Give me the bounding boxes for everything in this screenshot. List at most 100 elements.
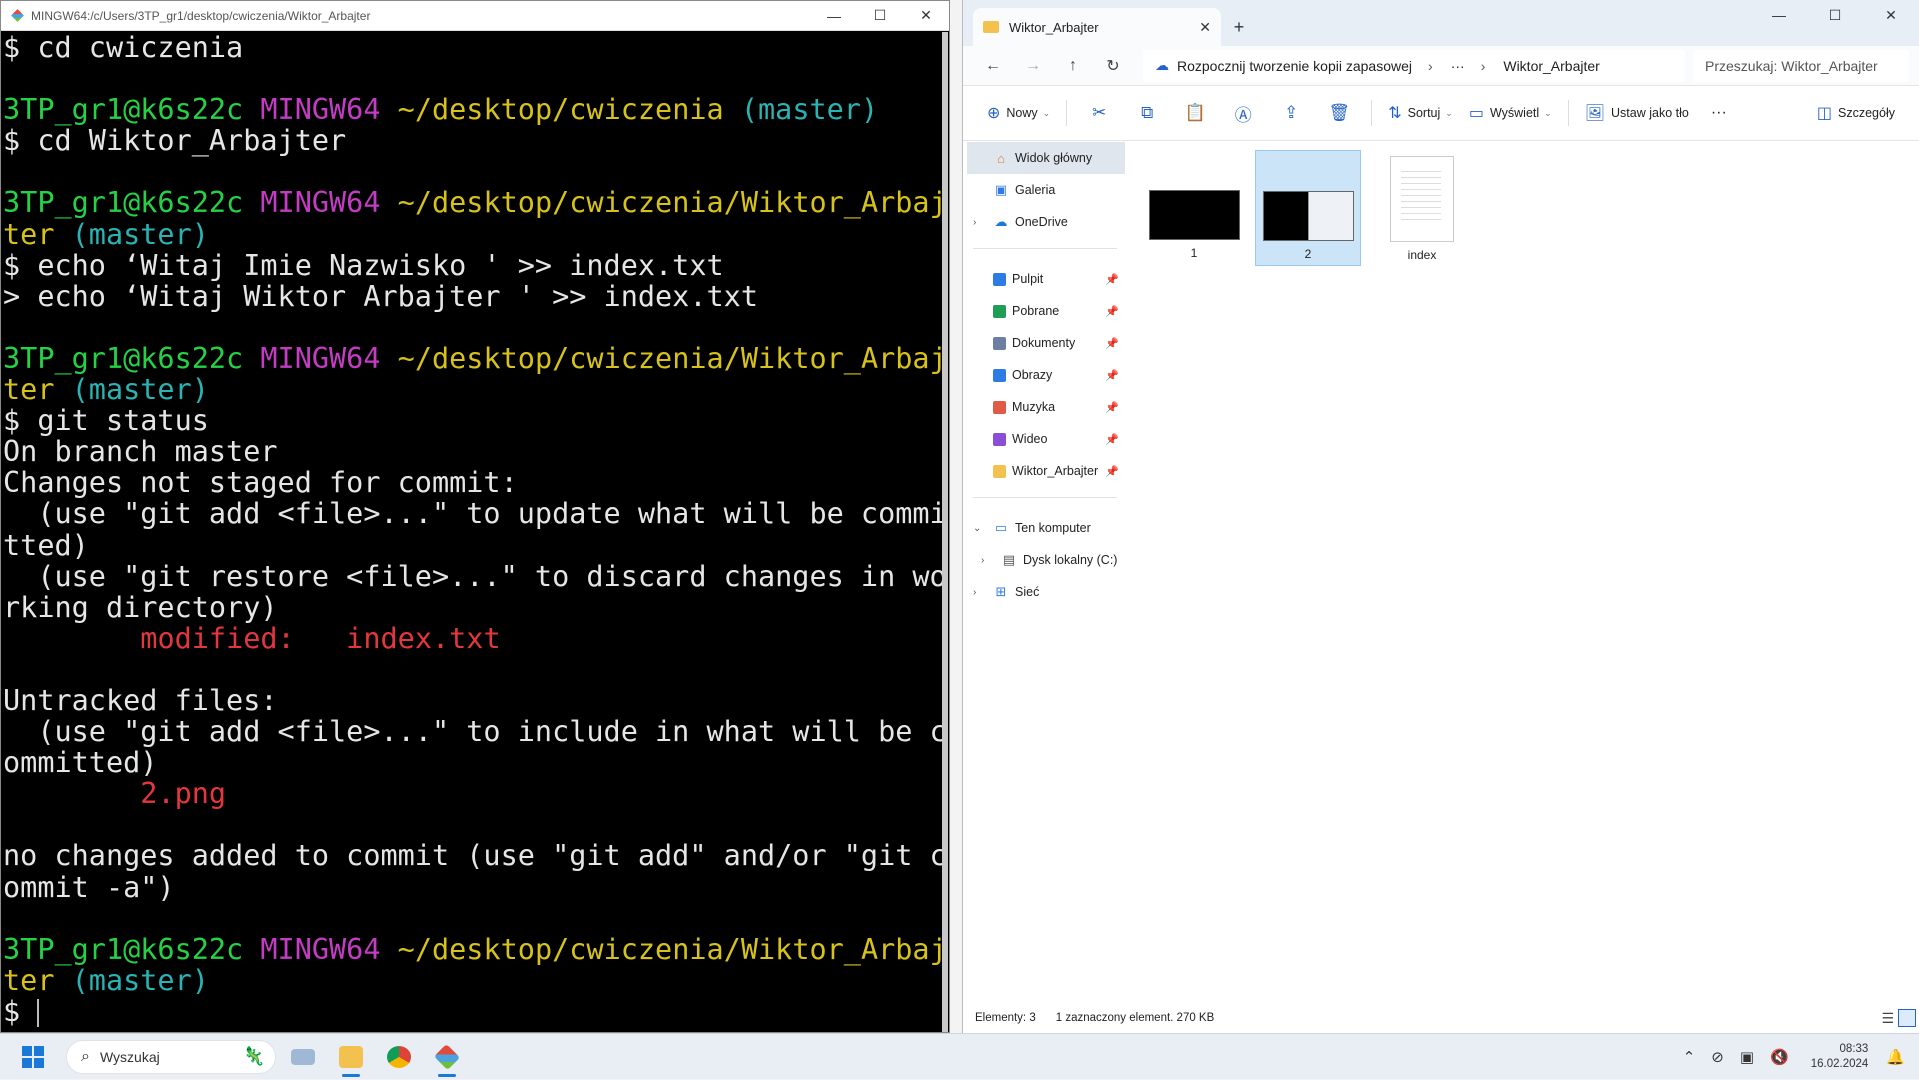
terminal-text: (master) bbox=[71, 373, 209, 407]
view-label: Wyświetl bbox=[1489, 106, 1540, 120]
nav-gallery[interactable]: ▣ Galeria bbox=[963, 174, 1125, 206]
chevron-down-icon: ⌄ bbox=[1544, 107, 1552, 118]
clock[interactable]: 08:33 16.02.2024 bbox=[1811, 1042, 1869, 1072]
sort-button[interactable]: ⇅ Sortuj ⌄ bbox=[1380, 95, 1461, 131]
nav-quick-item[interactable]: Pulpit 📌 bbox=[963, 263, 1125, 295]
navigation-pane: ⌂ Widok główny ▣ Galeria › ☁ OneDrive Pu… bbox=[963, 142, 1125, 1002]
pin-icon[interactable]: 📌 bbox=[1105, 337, 1119, 350]
address-bar[interactable]: ☁ Rozpocznij tworzenie kopii zapasowej ›… bbox=[1143, 49, 1685, 82]
up-button[interactable]: ↑ bbox=[1053, 50, 1093, 82]
nav-onedrive[interactable]: › ☁ OneDrive bbox=[963, 206, 1125, 238]
share-icon[interactable]: ⇪ bbox=[1267, 95, 1315, 131]
chevron-right-icon[interactable]: › bbox=[981, 555, 984, 566]
file-item-1[interactable]: 1 bbox=[1141, 150, 1247, 266]
terminal-line: ter (master) bbox=[3, 219, 944, 250]
terminal-scrollbar[interactable] bbox=[942, 32, 948, 1032]
file-item-2[interactable]: 2 bbox=[1255, 150, 1361, 266]
nav-network[interactable]: › ⊞ Sieć bbox=[963, 576, 1125, 608]
explorer-tab[interactable]: Wiktor_Arbajter ✕ bbox=[973, 8, 1221, 46]
details-button[interactable]: ◫ Szczegóły bbox=[1809, 95, 1903, 131]
backup-link[interactable]: Rozpocznij tworzenie kopii zapasowej bbox=[1177, 58, 1412, 74]
set-background-button[interactable]: 🖼 Ustaw jako tło bbox=[1577, 95, 1697, 131]
minimize-button[interactable]: — bbox=[1751, 0, 1807, 30]
forward-button[interactable]: → bbox=[1013, 50, 1053, 82]
volume-muted-icon[interactable]: 🔇 bbox=[1770, 1048, 1789, 1066]
close-button[interactable]: ✕ bbox=[1863, 0, 1919, 30]
terminal-text: ommit -a") bbox=[3, 870, 175, 904]
pin-icon[interactable]: 📌 bbox=[1105, 369, 1119, 382]
maximize-button[interactable]: ☐ bbox=[857, 1, 903, 31]
tiles-view-icon[interactable] bbox=[1898, 1009, 1916, 1027]
nav-home[interactable]: ⌂ Widok główny bbox=[967, 142, 1125, 174]
taskbar-file-explorer[interactable] bbox=[330, 1036, 372, 1078]
network-icon[interactable]: ▣ bbox=[1740, 1048, 1754, 1066]
new-tab-button[interactable]: + bbox=[1221, 8, 1257, 46]
music-icon bbox=[993, 400, 1006, 414]
copy-icon[interactable]: ⧉ bbox=[1123, 95, 1171, 131]
search-highlight-icon: 🦎 bbox=[242, 1046, 265, 1066]
taskbar-search[interactable]: ⌕ Wyszukaj 🦎 bbox=[66, 1039, 276, 1074]
minimize-button[interactable]: — bbox=[811, 1, 857, 31]
terminal-line: ter (master) bbox=[3, 374, 944, 405]
text-cursor bbox=[37, 998, 40, 1027]
terminal-output[interactable]: $ cd cwiczenia 3TP_gr1@k6s22c MINGW64 ~/d… bbox=[1, 32, 944, 1032]
breadcrumb-ellipsis[interactable]: ··· bbox=[1451, 58, 1465, 74]
terminal-line: Changes not staged for commit: bbox=[3, 467, 944, 498]
file-item-index[interactable]: index bbox=[1369, 150, 1475, 266]
pin-icon[interactable]: 📌 bbox=[1105, 433, 1119, 446]
address-bar-row: ← → ↑ ↻ ☁ Rozpocznij tworzenie kopii zap… bbox=[963, 46, 1919, 86]
more-options-button[interactable]: ··· bbox=[1697, 95, 1735, 131]
paste-icon[interactable]: 📋 bbox=[1171, 95, 1219, 131]
rename-icon[interactable]: Ⓐ bbox=[1219, 95, 1267, 131]
nav-local-disk[interactable]: › ▤ Dysk lokalny (C:) bbox=[963, 544, 1125, 576]
maximize-button[interactable]: ☐ bbox=[1807, 0, 1863, 30]
details-pane-icon: ◫ bbox=[1816, 105, 1833, 122]
nav-quick-item[interactable]: Pobrane 📌 bbox=[963, 295, 1125, 327]
chevron-right-icon[interactable]: › bbox=[973, 587, 976, 598]
sort-icon: ⇅ bbox=[1388, 105, 1402, 122]
chevron-up-icon[interactable]: ⌃ bbox=[1683, 1048, 1696, 1066]
nav-quick-item[interactable]: Muzyka 📌 bbox=[963, 391, 1125, 423]
file-name: 2 bbox=[1304, 247, 1312, 261]
new-button[interactable]: ⊕ Nowy ⌄ bbox=[979, 95, 1058, 131]
nav-quick-item[interactable]: Wiktor_Arbajter 📌 bbox=[963, 455, 1125, 487]
terminal-text: $ git status bbox=[3, 404, 209, 438]
close-button[interactable]: ✕ bbox=[903, 1, 949, 31]
pin-icon[interactable]: 📌 bbox=[1105, 401, 1119, 414]
terminal-text: MINGW64 bbox=[260, 341, 398, 375]
pin-icon[interactable]: 📌 bbox=[1105, 465, 1119, 478]
clock-date: 16.02.2024 bbox=[1810, 1058, 1869, 1070]
disk-icon: ▤ bbox=[1002, 552, 1016, 567]
breadcrumb-current[interactable]: Wiktor_Arbajter bbox=[1503, 58, 1599, 74]
cut-icon[interactable]: ✂ bbox=[1075, 95, 1123, 131]
view-button[interactable]: ▭ Wyświetl ⌄ bbox=[1461, 95, 1560, 131]
taskbar-git-bash[interactable] bbox=[426, 1036, 468, 1078]
delete-icon[interactable]: 🗑 bbox=[1315, 95, 1363, 131]
details-view-icon[interactable]: ☰ bbox=[1881, 1010, 1894, 1027]
taskbar-widgets[interactable] bbox=[282, 1036, 324, 1078]
pin-icon[interactable]: 📌 bbox=[1105, 305, 1119, 318]
refresh-button[interactable]: ↻ bbox=[1093, 50, 1133, 82]
nav-this-pc[interactable]: ⌄ ▭ Ten komputer bbox=[963, 512, 1125, 544]
view-icon: ▭ bbox=[1468, 105, 1484, 122]
nav-quick-item[interactable]: Obrazy 📌 bbox=[963, 359, 1125, 391]
chevron-down-icon[interactable]: ⌄ bbox=[973, 523, 981, 534]
start-button[interactable] bbox=[22, 1045, 44, 1068]
taskbar-chrome[interactable] bbox=[378, 1036, 420, 1078]
chevron-right-icon[interactable]: › bbox=[973, 217, 976, 228]
terminal-text: no changes added to commit (use "git add… bbox=[3, 839, 944, 873]
nav-quick-label: Wiktor_Arbajter bbox=[1012, 464, 1099, 478]
command-bar: ⊕ Nowy ⌄ ✂ ⧉ 📋 Ⓐ ⇪ 🗑 ⇅ Sortuj ⌄ ▭ Wyświe… bbox=[963, 86, 1919, 141]
pin-icon[interactable]: 📌 bbox=[1105, 273, 1119, 286]
onedrive-sync-icon[interactable]: ⊘ bbox=[1711, 1048, 1724, 1066]
notification-bell-icon[interactable]: 🔔 bbox=[1886, 1048, 1905, 1066]
close-tab-icon[interactable]: ✕ bbox=[1199, 19, 1211, 36]
terminal-text: modified: index.txt bbox=[140, 621, 501, 655]
nav-quick-item[interactable]: Dokumenty 📌 bbox=[963, 327, 1125, 359]
terminal-text: ter bbox=[3, 217, 72, 251]
terminal-text: tted) bbox=[3, 528, 89, 562]
back-button[interactable]: ← bbox=[973, 50, 1013, 82]
search-input[interactable]: Przeszukaj: Wiktor_Arbajter bbox=[1693, 49, 1909, 82]
nav-quick-item[interactable]: Wideo 📌 bbox=[963, 423, 1125, 455]
